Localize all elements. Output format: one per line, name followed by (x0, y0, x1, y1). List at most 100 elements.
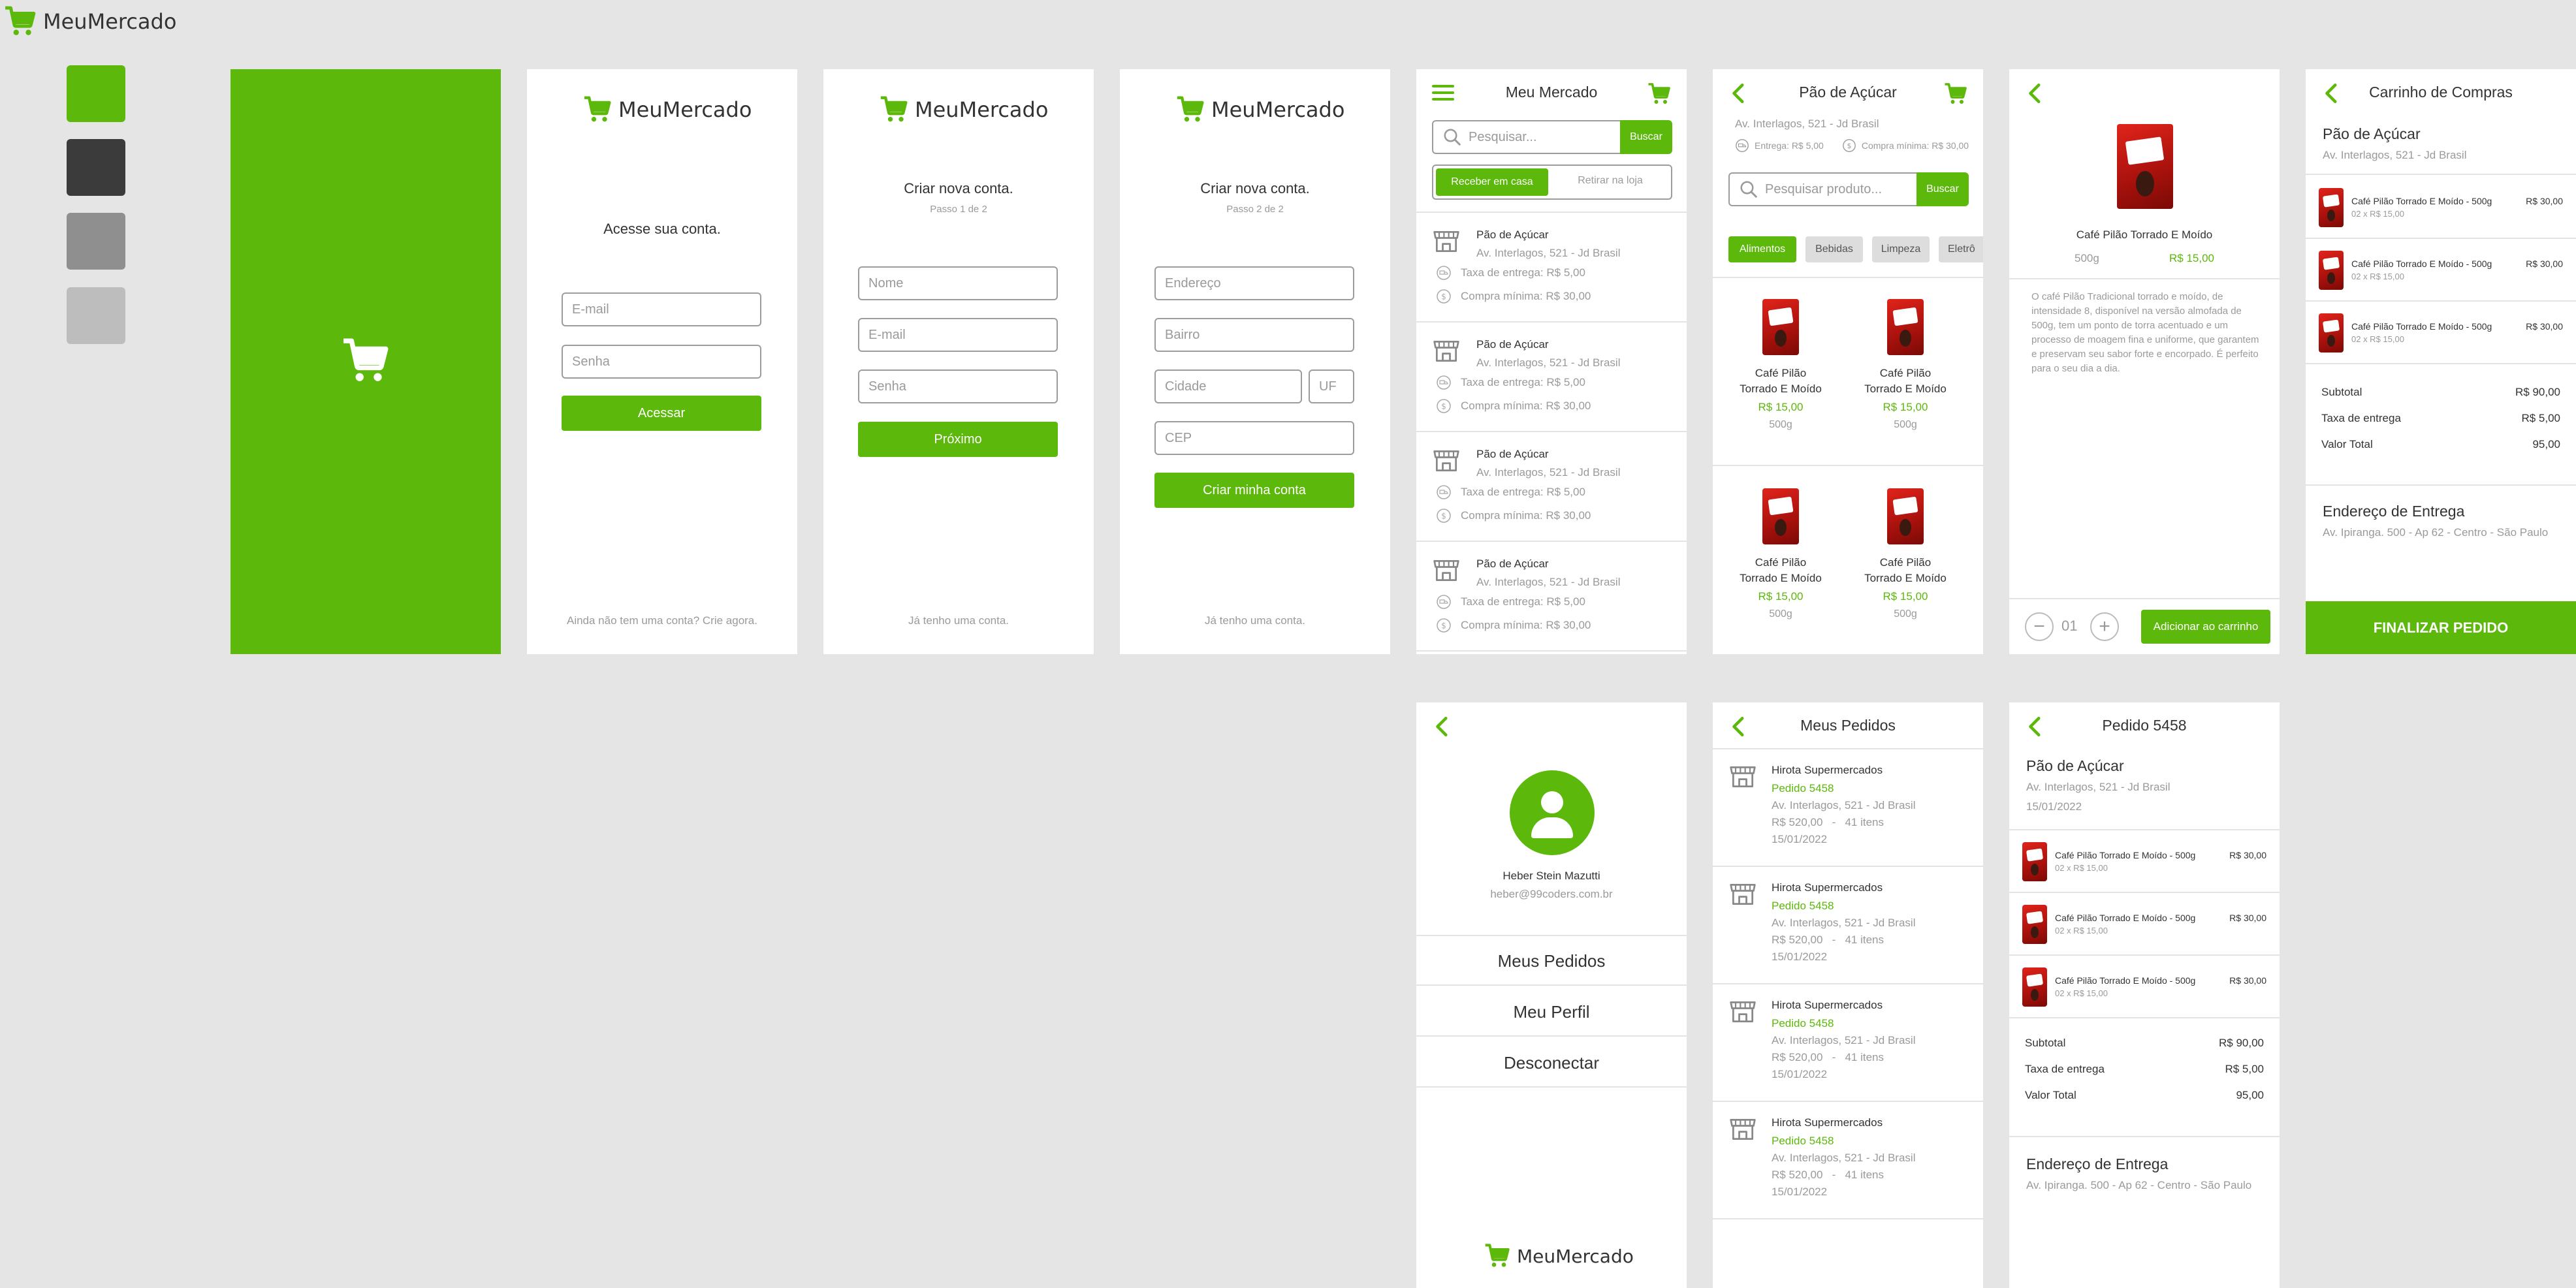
store-icon (1432, 227, 1461, 256)
order-value: R$ 520,00 - 41 itens (1772, 934, 1884, 946)
product-image (2319, 188, 2344, 227)
product-price: R$ 15,00 (1758, 401, 1804, 413)
product-name: Torrado E Moído (1864, 572, 1947, 584)
login-link[interactable]: Já tenho uma conta. (1120, 614, 1390, 627)
next-button[interactable]: Próximo (858, 422, 1058, 457)
store-icon (1728, 762, 1757, 791)
tab-delivery[interactable]: Receber em casa (1436, 168, 1548, 196)
password-field[interactable]: Senha (858, 369, 1058, 403)
login-button[interactable]: Acessar (562, 396, 761, 431)
product-description: O café Pilão Tradicional torrado e moído… (2031, 291, 2259, 374)
category-tab[interactable]: Bebidas (1805, 236, 1863, 262)
store-list-item[interactable]: Pão de Açúcar Av. Interlagos, 521 - Jd B… (1416, 542, 1687, 652)
login-heading: Acesse sua conta. (603, 221, 721, 237)
category-tab[interactable]: Limpeza (1872, 236, 1930, 262)
cart-icon[interactable] (1647, 82, 1671, 106)
store-list-item[interactable]: Pão de Açúcar Av. Interlagos, 521 - Jd B… (1416, 213, 1687, 322)
email-placeholder: E-mail (868, 327, 906, 342)
logo: MeuMercado (1484, 1243, 1634, 1269)
search-button[interactable]: Buscar (1620, 120, 1672, 154)
address-field[interactable]: Endereço (1154, 266, 1354, 300)
brand-name: MeuMercado (915, 97, 1049, 122)
store-icon (1728, 997, 1757, 1026)
cart-icon[interactable] (1944, 82, 1967, 106)
order-list-item[interactable]: Hirota Supermercados Pedido 5458 Av. Int… (1713, 984, 1983, 1102)
order-list-item[interactable]: Hirota Supermercados Pedido 5458 Av. Int… (1713, 867, 1983, 984)
menu-item-logout[interactable]: Desconectar (1416, 1038, 1687, 1088)
finish-order-button[interactable]: FINALIZAR PEDIDO (2306, 601, 2576, 654)
cart-item: Café Pilão Torrado E Moído - 500g 02 x R… (2009, 956, 2280, 1018)
search-button[interactable]: Buscar (1916, 172, 1969, 206)
store-address: Av. Interlagos, 521 - Jd Brasil (1476, 247, 1621, 259)
store-name: Pão de Açúcar (1476, 228, 1549, 241)
store-list-item[interactable]: Pão de Açúcar Av. Interlagos, 521 - Jd B… (1416, 322, 1687, 432)
district-field[interactable]: Bairro (1154, 318, 1354, 352)
swatch-primary (67, 65, 125, 122)
product-image (2319, 251, 2344, 290)
total-value: 95,00 (2236, 1089, 2264, 1101)
product-card[interactable]: Café Pilão Torrado E Moído R$ 15,00 500g (1847, 488, 1964, 654)
order-address: Av. Interlagos, 521 - Jd Brasil (1772, 1034, 1916, 1046)
password-field[interactable]: Senha (562, 345, 761, 379)
category-tab[interactable]: Alimentos (1728, 236, 1796, 262)
swatch-light (67, 287, 125, 344)
search-placeholder: Pesquisar produto... (1765, 181, 1882, 196)
signup-heading: Criar nova conta. (904, 180, 1013, 196)
store-list-item[interactable]: Pão de Açúcar Av. Interlagos, 521 - Jd B… (1416, 432, 1687, 542)
truck-icon (1436, 594, 1452, 610)
city-field[interactable]: Cidade (1154, 369, 1302, 403)
create-account-button[interactable]: Criar minha conta (1154, 473, 1354, 508)
order-value: R$ 520,00 - 41 itens (1772, 816, 1884, 828)
cart-icon (583, 95, 612, 124)
email-field[interactable]: E-mail (858, 318, 1058, 352)
store-address: Av. Interlagos, 521 - Jd Brasil (2026, 781, 2171, 793)
item-name: Café Pilão Torrado E Moído - 500g (2351, 321, 2492, 332)
subtotal-row: Subtotal R$ 90,00 (2306, 386, 2576, 399)
category-tab[interactable]: Eletrô (1939, 236, 1983, 262)
zip-field[interactable]: CEP (1154, 421, 1354, 455)
name-field[interactable]: Nome (858, 266, 1058, 300)
total-label: Valor Total (2025, 1089, 2076, 1101)
product-card[interactable]: Café Pilão Torrado E Moído R$ 15,00 500g (1847, 299, 1964, 469)
menu-item-profile[interactable]: Meu Perfil (1416, 987, 1687, 1037)
menu-item-orders[interactable]: Meus Pedidos (1416, 936, 1687, 986)
search-input[interactable]: Pesquisar... (1432, 120, 1621, 154)
subtotal-value: R$ 90,00 (2219, 1037, 2264, 1049)
truck-icon (1436, 375, 1452, 390)
back-icon[interactable] (1432, 715, 1454, 738)
store-name: Pão de Açúcar (2323, 125, 2421, 142)
product-weight: 500g (1894, 419, 1917, 430)
state-field[interactable]: UF (1309, 369, 1354, 403)
delivery-fee: Taxa de entrega: R$ 5,00 (1461, 376, 1585, 388)
tab-pickup[interactable]: Retirar na loja (1552, 175, 1668, 187)
increase-button[interactable]: + (2090, 612, 2119, 641)
store-name: Pão de Açúcar (1476, 338, 1549, 351)
cart-item: Café Pilão Torrado E Moído - 500g 02 x R… (2306, 302, 2576, 364)
email-field[interactable]: E-mail (562, 292, 761, 326)
app-brand: MeuMercado (4, 5, 176, 38)
login-link[interactable]: Já tenho uma conta. (823, 614, 1094, 627)
product-image (1887, 299, 1924, 355)
product-name: Café Pilão Torrado E Moído (2076, 228, 2213, 241)
order-store: Hirota Supermercados (1772, 1116, 1883, 1129)
store-icon (1432, 556, 1461, 585)
orders-screen: Meus Pedidos Hirota Supermercados Pedido… (1713, 702, 1983, 1288)
cart-icon (880, 95, 908, 124)
store-name: Pão de Açúcar (1476, 558, 1549, 570)
order-list-item[interactable]: Hirota Supermercados Pedido 5458 Av. Int… (1713, 749, 1983, 867)
signup-link[interactable]: Ainda não tem uma conta? Crie agora. (527, 614, 797, 627)
product-image (2022, 967, 2047, 1007)
order-value: R$ 520,00 - 41 itens (1772, 1051, 1884, 1063)
order-list-item[interactable]: Hirota Supermercados Pedido 5458 Av. Int… (1713, 1102, 1983, 1219)
order-number: Pedido 5458 (1772, 1017, 1834, 1029)
back-icon[interactable] (2025, 82, 2047, 104)
add-to-cart-button[interactable]: Adicionar ao carrinho (2141, 610, 2270, 644)
product-card[interactable]: Café Pilão Torrado E Moído R$ 15,00 500g (1722, 488, 1839, 654)
item-total: R$ 30,00 (2526, 321, 2563, 332)
item-quantity: 02 x R$ 15,00 (2055, 988, 2108, 998)
product-card[interactable]: Café Pilão Torrado E Moído R$ 15,00 500g (1722, 299, 1839, 469)
order-address: Av. Interlagos, 521 - Jd Brasil (1772, 799, 1916, 811)
cart-item: Café Pilão Torrado E Moído - 500g 02 x R… (2306, 239, 2576, 302)
search-input[interactable]: Pesquisar produto... (1728, 172, 1918, 206)
decrease-button[interactable]: − (2025, 612, 2054, 641)
